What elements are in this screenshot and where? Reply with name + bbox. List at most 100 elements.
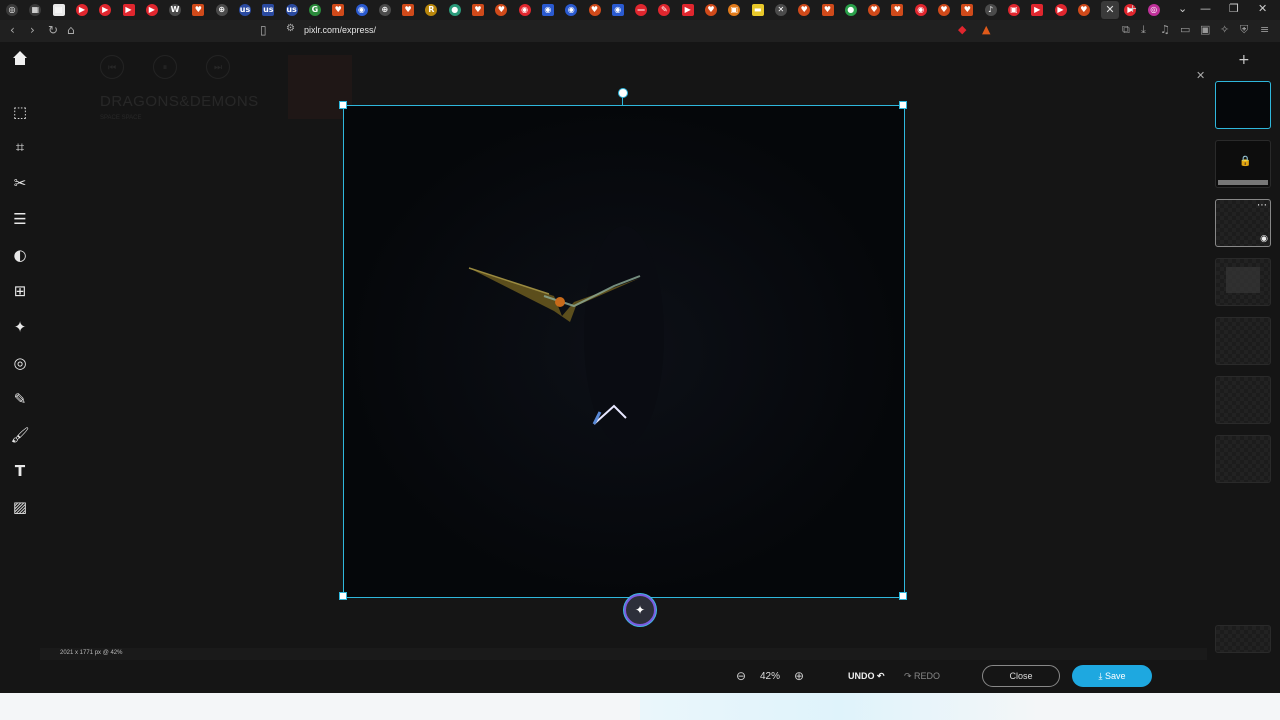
tab-favicon-icon[interactable]: ♥: [891, 4, 904, 16]
tab-favicon-icon[interactable]: ◉: [565, 4, 578, 16]
resize-handle-bl[interactable]: [339, 592, 347, 600]
text-tool-icon[interactable]: T: [10, 461, 30, 481]
zoom-in-icon[interactable]: ⊕: [794, 669, 804, 683]
close-tab-icon[interactable]: ✕: [1101, 1, 1119, 19]
layer-thumb-4[interactable]: [1215, 258, 1271, 306]
tab-favicon-icon[interactable]: ♥: [192, 4, 205, 16]
tab-favicon-icon[interactable]: ▤: [52, 4, 65, 16]
tab-favicon-icon[interactable]: ◉: [541, 4, 554, 16]
tab-favicon-icon[interactable]: ▶: [75, 4, 88, 16]
bookmark-icon[interactable]: ▯: [260, 23, 267, 37]
minimize-icon[interactable]: —: [1200, 2, 1211, 15]
tab-favicon-icon[interactable]: ♥: [868, 4, 881, 16]
tab-favicon-icon[interactable]: W: [169, 4, 182, 16]
vpn-icon[interactable]: ⛨: [1240, 23, 1248, 37]
tab-favicon-icon[interactable]: ◉: [518, 4, 531, 16]
layer-thumb-7[interactable]: [1215, 435, 1271, 483]
zoom-level[interactable]: 42%: [760, 671, 780, 682]
tab-favicon-icon[interactable]: ▶: [122, 4, 135, 16]
home-icon[interactable]: [10, 48, 30, 68]
tab-favicon-icon[interactable]: ⊕: [378, 4, 391, 16]
site-info-icon[interactable]: ⚙: [286, 23, 295, 34]
more-options-icon[interactable]: ⋯: [1257, 200, 1267, 211]
tab-favicon-icon[interactable]: ♥: [798, 4, 811, 16]
tab-favicon-icon[interactable]: R: [425, 4, 438, 16]
tab-favicon-icon[interactable]: ▶: [99, 4, 112, 16]
home-browser-icon[interactable]: ⌂: [67, 23, 75, 37]
tab-search-icon[interactable]: ⌄: [1178, 2, 1187, 15]
brave-shield-icon[interactable]: ◆: [958, 23, 966, 36]
zoom-out-icon[interactable]: ⊖: [736, 669, 746, 683]
leo-icon[interactable]: ✧: [1220, 23, 1229, 36]
tab-favicon-icon[interactable]: us: [262, 4, 275, 16]
back-icon[interactable]: ‹: [10, 23, 15, 37]
window-close-icon[interactable]: ✕: [1258, 2, 1267, 15]
redo-button[interactable]: ↷ REDO: [904, 671, 940, 682]
tab-favicon-icon[interactable]: ▶: [681, 4, 694, 16]
crop-tool-icon[interactable]: ⌗: [10, 137, 30, 157]
tab-favicon-icon[interactable]: ♥: [495, 4, 508, 16]
tab-favicon-icon[interactable]: ●: [448, 4, 461, 16]
layer-thumb-2[interactable]: 🔒: [1215, 140, 1271, 188]
tab-favicon-icon[interactable]: ▶: [1031, 4, 1044, 16]
tab-favicon-icon[interactable]: ♪: [984, 4, 997, 16]
tab-favicon-icon[interactable]: ◎: [1147, 4, 1160, 16]
filter-tool-icon[interactable]: ◐: [10, 245, 30, 265]
layer-thumb-8[interactable]: [1215, 625, 1271, 653]
tab-favicon-icon[interactable]: ⊕: [215, 4, 228, 16]
rewards-icon[interactable]: ▲: [982, 23, 990, 36]
tab-favicon-icon[interactable]: G: [308, 4, 321, 16]
layer-thumb-5[interactable]: [1215, 317, 1271, 365]
tab-favicon-icon[interactable]: ◉: [611, 4, 624, 16]
cutout-tool-icon[interactable]: ✂: [10, 173, 30, 193]
ai-magic-button[interactable]: ✦: [624, 594, 656, 626]
pattern-tool-icon[interactable]: ▨: [10, 497, 30, 517]
tab-favicon-icon[interactable]: us: [285, 4, 298, 16]
menu-icon[interactable]: ≡: [1260, 23, 1269, 36]
new-tab-icon[interactable]: +: [1128, 2, 1137, 15]
sidebar-icon[interactable]: ▭: [1180, 23, 1190, 36]
tab-favicon-icon[interactable]: ◉: [355, 4, 368, 16]
download-icon[interactable]: ⤓: [1141, 23, 1146, 37]
add-layer-icon[interactable]: +: [1238, 52, 1250, 68]
tab-favicon-icon[interactable]: ◎: [6, 4, 18, 16]
tab-favicon-icon[interactable]: ♥: [705, 4, 717, 16]
tab-favicon-icon[interactable]: ♥: [472, 4, 484, 16]
undo-button[interactable]: UNDO ↶: [848, 671, 885, 682]
close-button[interactable]: Close: [982, 665, 1060, 687]
tab-favicon-icon[interactable]: ◉: [914, 4, 927, 16]
restore-icon[interactable]: ❐: [1229, 2, 1239, 15]
layer-thumb-1[interactable]: [1215, 81, 1271, 129]
url-text[interactable]: pixlr.com/express/: [304, 25, 376, 35]
tab-favicon-icon[interactable]: ▣: [1007, 4, 1020, 16]
layer-thumb-6[interactable]: [1215, 376, 1271, 424]
tab-favicon-icon[interactable]: ▣: [728, 4, 741, 16]
rotate-handle[interactable]: [618, 88, 628, 98]
liquify-tool-icon[interactable]: ◎: [10, 353, 30, 373]
tab-favicon-icon[interactable]: ✕: [774, 4, 787, 16]
tab-favicon-icon[interactable]: ♥: [821, 4, 834, 16]
tab-favicon-icon[interactable]: ▬: [751, 4, 764, 16]
tab-favicon-icon[interactable]: ♥: [402, 4, 415, 16]
save-button[interactable]: ⤓ Save: [1072, 665, 1152, 687]
tab-favicon-icon[interactable]: ♥: [1077, 4, 1090, 16]
tab-favicon-icon[interactable]: ♥: [938, 4, 950, 16]
resize-handle-tr[interactable]: [899, 101, 907, 109]
close-canvas-icon[interactable]: ✕: [1196, 69, 1205, 82]
tab-favicon-icon[interactable]: ●: [844, 4, 857, 16]
wallet-icon[interactable]: ▣: [1200, 23, 1210, 36]
tab-favicon-icon[interactable]: ▶: [145, 4, 158, 16]
tab-favicon-icon[interactable]: —: [635, 4, 648, 16]
adjust-tool-icon[interactable]: ☰: [10, 209, 30, 229]
effect-tool-icon[interactable]: ⊞: [10, 281, 30, 301]
forward-icon[interactable]: ›: [30, 23, 35, 37]
reload-icon[interactable]: ↻: [48, 23, 58, 37]
tab-favicon-icon[interactable]: us: [239, 4, 251, 16]
tab-favicon-icon[interactable]: ▶: [1054, 4, 1067, 16]
tab-favicon-icon[interactable]: ✎: [658, 4, 671, 16]
media-icon[interactable]: ♫: [1160, 23, 1170, 36]
tab-favicon-icon[interactable]: ▦: [29, 4, 42, 16]
tab-favicon-icon[interactable]: ♥: [961, 4, 974, 16]
extensions-icon[interactable]: ⧉: [1122, 23, 1130, 37]
retouch-tool-icon[interactable]: ✦: [10, 317, 30, 337]
